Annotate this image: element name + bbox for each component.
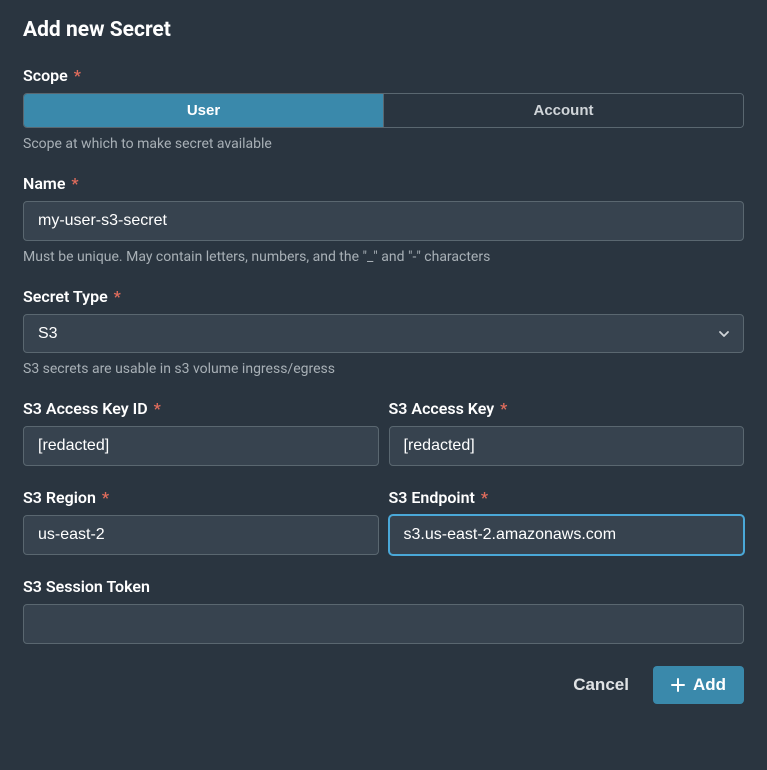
s3-endpoint-input[interactable] xyxy=(389,515,745,555)
s3-access-key-label-text: S3 Access Key xyxy=(389,399,495,418)
scope-segmented: User Account xyxy=(23,93,744,128)
secret-type-label-text: Secret Type xyxy=(23,287,108,306)
required-mark: * xyxy=(500,399,507,418)
required-mark: * xyxy=(114,287,121,306)
s3-region-label: S3 Region * xyxy=(23,488,379,507)
s3-access-key-field: S3 Access Key * xyxy=(389,399,745,466)
name-input[interactable] xyxy=(23,201,744,241)
name-label: Name * xyxy=(23,174,744,193)
name-hint: Must be unique. May contain letters, num… xyxy=(23,249,744,265)
actions-row: Cancel Add xyxy=(23,666,744,704)
s3-endpoint-label: S3 Endpoint * xyxy=(389,488,745,507)
required-mark: * xyxy=(74,66,81,85)
add-button-label: Add xyxy=(693,675,726,695)
s3-session-token-field: S3 Session Token xyxy=(23,577,744,644)
scope-option-account[interactable]: Account xyxy=(383,94,743,127)
cancel-button[interactable]: Cancel xyxy=(569,667,633,703)
scope-hint: Scope at which to make secret available xyxy=(23,136,744,152)
s3-access-key-label: S3 Access Key * xyxy=(389,399,745,418)
required-mark: * xyxy=(154,399,161,418)
s3-session-token-label: S3 Session Token xyxy=(23,577,744,596)
secret-type-select-wrap: S3 xyxy=(23,314,744,353)
s3-access-key-id-field: S3 Access Key ID * xyxy=(23,399,379,466)
s3-session-token-input[interactable] xyxy=(23,604,744,644)
secret-type-label: Secret Type * xyxy=(23,287,744,306)
secret-type-hint: S3 secrets are usable in s3 volume ingre… xyxy=(23,361,744,377)
s3-region-field: S3 Region * xyxy=(23,488,379,555)
s3-session-token-label-text: S3 Session Token xyxy=(23,577,150,596)
scope-field: Scope * User Account Scope at which to m… xyxy=(23,66,744,152)
name-field: Name * Must be unique. May contain lette… xyxy=(23,174,744,265)
scope-label: Scope * xyxy=(23,66,744,85)
secret-type-field: Secret Type * S3 S3 secrets are usable i… xyxy=(23,287,744,377)
secret-type-select[interactable]: S3 xyxy=(23,314,744,353)
scope-label-text: Scope xyxy=(23,66,68,85)
s3-access-key-input[interactable] xyxy=(389,426,745,466)
s3-region-label-text: S3 Region xyxy=(23,488,96,507)
required-mark: * xyxy=(481,488,488,507)
s3-region-input[interactable] xyxy=(23,515,379,555)
s3-access-key-id-input[interactable] xyxy=(23,426,379,466)
page-title: Add new Secret xyxy=(23,18,744,42)
s3-access-key-id-label-text: S3 Access Key ID xyxy=(23,399,148,418)
s3-access-key-id-label: S3 Access Key ID * xyxy=(23,399,379,418)
add-button[interactable]: Add xyxy=(653,666,744,704)
name-label-text: Name xyxy=(23,174,65,193)
s3-endpoint-field: S3 Endpoint * xyxy=(389,488,745,555)
plus-icon xyxy=(671,678,685,692)
s3-endpoint-label-text: S3 Endpoint xyxy=(389,488,475,507)
scope-option-user[interactable]: User xyxy=(24,94,383,127)
required-mark: * xyxy=(102,488,109,507)
required-mark: * xyxy=(71,174,78,193)
